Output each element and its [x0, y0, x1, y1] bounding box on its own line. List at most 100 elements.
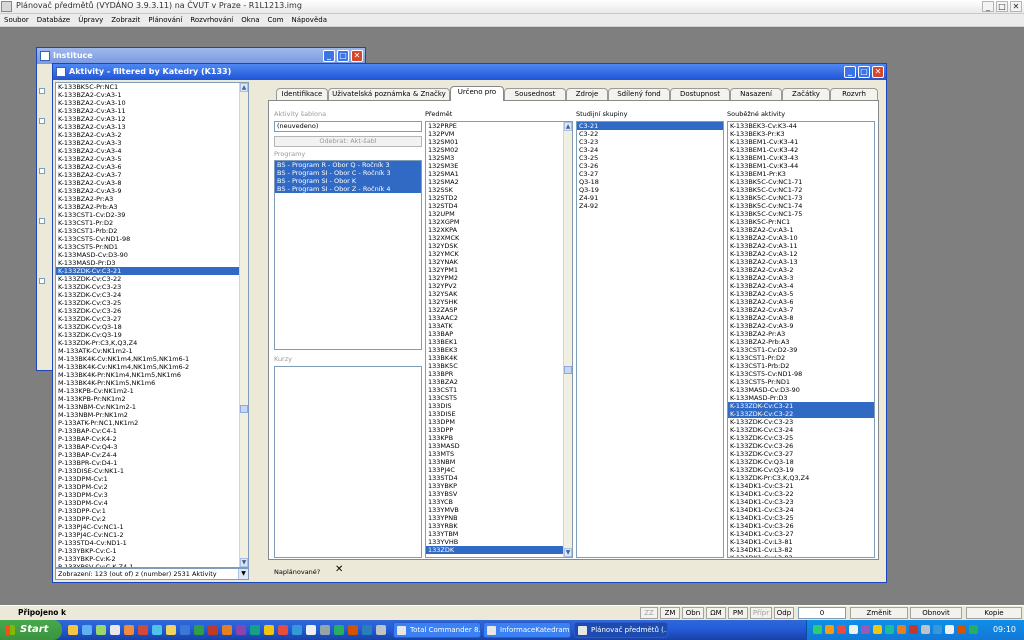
soubezne-list-item[interactable]: K-133ZDK-Pr:C3,K,Q3,Z4 [728, 474, 874, 482]
soubezne-list-item[interactable]: K-133BK5C-Cv:NC1-75 [728, 210, 874, 218]
skupiny-list-item[interactable]: Q3-19 [577, 186, 723, 194]
activity-list-item[interactable]: K-133MASD-Pr:D3 [56, 259, 248, 267]
task-planovac[interactable]: Plánovač předmětů (... [574, 622, 668, 638]
task-informace-katedram[interactable]: InformaceKatedram2... [483, 622, 571, 638]
predmet-list-item[interactable]: 133DISE [426, 410, 572, 418]
soubezne-list-item[interactable]: K-133ZDK-Cv:C3-25 [728, 434, 874, 442]
soubezne-list[interactable]: K-133BEK3-Cv:K3-44 K-133BEK3-Pr:K3 K-133BE… [727, 121, 875, 558]
predmet-list-item[interactable]: 132SSK [426, 186, 572, 194]
activity-list-item[interactable]: K-133BZA2-Cv:A3-2 [56, 131, 248, 139]
obn-button[interactable]: Obn [682, 607, 704, 619]
predmet-list-item[interactable]: 132XMCK [426, 234, 572, 242]
predmet-list-item[interactable]: 133YBKP [426, 482, 572, 490]
scroll-down-icon[interactable]: ▼ [240, 558, 248, 567]
start-button[interactable]: Start [0, 620, 62, 640]
predmet-list-item[interactable]: 132YNAK [426, 258, 572, 266]
activity-list-item[interactable]: K-133CST5-Cv:ND1-98 [56, 235, 248, 243]
tray-app-icon[interactable] [945, 625, 954, 634]
activity-list-item[interactable]: K-133BK5C-Pr:NC1 [56, 83, 248, 91]
tab-zacatky[interactable]: Začátky [782, 88, 830, 100]
soubezne-list-item[interactable]: K-133CST5-Cv:ND1-98 [728, 370, 874, 378]
soubezne-list-item[interactable]: K-133ZDK-Cv:Q3-18 [728, 458, 874, 466]
activity-list-item[interactable]: K-133BZA2-Prb:A3 [56, 203, 248, 211]
soubezne-list-item[interactable]: K-134DK1-Cv:C3-22 [728, 490, 874, 498]
activity-list-item[interactable]: K-133ZDK-Cv:C3-22 [56, 275, 248, 283]
activity-list-item[interactable]: K-133BZA2-Cv:A3-11 [56, 107, 248, 115]
predmet-list-item[interactable]: 133BEK1 [426, 338, 572, 346]
soubezne-list-item[interactable]: K-133BK5C-Cv:NC1-72 [728, 186, 874, 194]
soubezne-list-item[interactable]: K-133MASD-Pr:D3 [728, 394, 874, 402]
quicklaunch-app-icon[interactable] [222, 625, 232, 635]
predmet-list-item[interactable]: 133PJ4C [426, 466, 572, 474]
tray-app-icon[interactable] [957, 625, 966, 634]
soubezne-list-item[interactable]: K-133ZDK-Cv:C3-26 [728, 442, 874, 450]
menu-okna[interactable]: Okna [237, 14, 263, 26]
soubezne-list-item[interactable]: K-133ZDK-Cv:C3-27 [728, 450, 874, 458]
activity-list-item[interactable]: P-133DPP-Cv:2 [56, 515, 248, 523]
predmet-list-item[interactable]: 132PRPE [426, 122, 572, 130]
aktivity-close-button[interactable]: ✕ [872, 66, 884, 78]
quicklaunch-app-icon[interactable] [138, 625, 148, 635]
tab-identifikace[interactable]: Identifikace [276, 88, 328, 100]
tray-network-icon[interactable] [813, 625, 822, 634]
activity-list-item[interactable]: K-133ZDK-Cv:C3-25 [56, 299, 248, 307]
soubezne-list-item[interactable]: K-133BK5C-Cv:NC1-74 [728, 202, 874, 210]
soubezne-list-item[interactable]: K-133BZA2-Pr:A3 [728, 330, 874, 338]
soubezne-list-item[interactable]: K-133BK5C-Cv:NC1-73 [728, 194, 874, 202]
tab-sdileny-fond[interactable]: Sdílený fond [608, 88, 670, 100]
quicklaunch-app-icon[interactable] [96, 625, 106, 635]
quicklaunch-app-icon[interactable] [362, 625, 372, 635]
activity-list-item[interactable]: P-133YBKP-Cv:K-2 [56, 555, 248, 563]
activity-list-item[interactable]: P-133DPM-Cv:3 [56, 491, 248, 499]
activity-list-item[interactable]: K-133BZA2-Cv:A3-7 [56, 171, 248, 179]
pm-button[interactable]: PM [728, 607, 748, 619]
predmet-list-item[interactable]: 132SM02 [426, 146, 572, 154]
activity-list-item[interactable]: P-133DPM-Cv:1 [56, 475, 248, 483]
close-button[interactable]: ✕ [1010, 1, 1022, 12]
menu-upravy[interactable]: Úpravy [74, 14, 107, 26]
odebrat-button[interactable]: Odebrat: Akt-šabl [274, 136, 422, 147]
predmet-list-item[interactable]: 132XGPM [426, 218, 572, 226]
predmet-list-item[interactable]: 133YBSV [426, 490, 572, 498]
predmet-list-item[interactable]: 133BK5C [426, 362, 572, 370]
soubezne-list-item[interactable]: K-133BZA2-Cv:A3-7 [728, 306, 874, 314]
tray-app-icon[interactable] [837, 625, 846, 634]
activity-list-item[interactable]: K-133BZA2-Cv:A3-13 [56, 123, 248, 131]
activity-list-item[interactable]: K-133CST1-Prb:D2 [56, 227, 248, 235]
soubezne-list-item[interactable]: K-133BZA2-Prb:A3 [728, 338, 874, 346]
tab-sousednost[interactable]: Sousednost [504, 88, 566, 100]
predmet-list-item[interactable]: 133ZDK [426, 546, 572, 554]
quicklaunch-app-icon[interactable] [320, 625, 330, 635]
predmet-list-item[interactable]: 133BEK3 [426, 346, 572, 354]
predmet-list-item[interactable]: 133BK4K [426, 354, 572, 362]
soubezne-list-item[interactable]: K-134DK1-Cv:C3-24 [728, 506, 874, 514]
pripr-button[interactable]: Přípr [750, 607, 772, 619]
quicklaunch-word-icon[interactable] [180, 625, 190, 635]
predmet-list-item[interactable]: 133DIS [426, 402, 572, 410]
activity-list-item[interactable]: K-133BZA2-Cv:A3-1 [56, 91, 248, 99]
predmet-list-item[interactable]: 133YPNB [426, 514, 572, 522]
tray-app-icon[interactable] [885, 625, 894, 634]
activity-list-item[interactable]: P-133BAP-Cv:Q4-3 [56, 443, 248, 451]
soubezne-list-item[interactable]: K-133BZA2-Cv:A3-4 [728, 282, 874, 290]
predmet-list-item[interactable]: 133AAC2 [426, 314, 572, 322]
obnovit-button[interactable]: Obnovit [910, 607, 962, 619]
activity-list-item[interactable]: K-133ZDK-Cv:C3-21 [56, 267, 248, 275]
soubezne-list-item[interactable]: K-134DK1-Cv:L3-82 [728, 546, 874, 554]
activity-list-item[interactable]: P-133BAP-Cv:C4-1 [56, 427, 248, 435]
activity-list-item[interactable]: P-133STD4-Cv:ND1-1 [56, 539, 248, 547]
activity-list-item[interactable]: M-133KPB-Pr:NK1m2 [56, 395, 248, 403]
tray-app-icon[interactable] [909, 625, 918, 634]
activity-list-item[interactable]: P-133BPR-Cv:D4-1 [56, 459, 248, 467]
tab-dostupnost[interactable]: Dostupnost [670, 88, 730, 100]
activity-list-item[interactable]: M-133NBM-Cv:NK1m2-1 [56, 403, 248, 411]
activity-list-item[interactable]: K-133BZA2-Cv:A3-6 [56, 163, 248, 171]
tab-nasazeni[interactable]: Nasazení [730, 88, 782, 100]
quicklaunch-app-icon[interactable] [348, 625, 358, 635]
tray-app-icon[interactable] [861, 625, 870, 634]
activity-list-item[interactable]: K-133BZA2-Cv:A3-9 [56, 187, 248, 195]
menu-com[interactable]: Com [264, 14, 288, 26]
quicklaunch-app-icon[interactable] [264, 625, 274, 635]
quicklaunch-excel-icon[interactable] [194, 625, 204, 635]
maximize-button[interactable]: □ [996, 1, 1008, 12]
